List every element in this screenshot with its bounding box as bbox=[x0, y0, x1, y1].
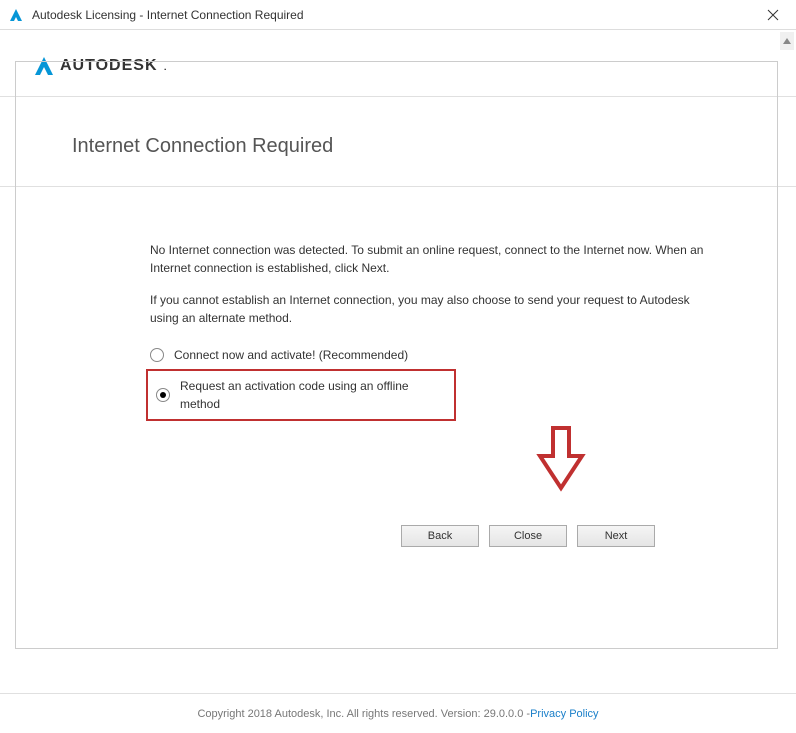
scrollbar[interactable] bbox=[780, 32, 794, 694]
radio-label-offline: Request an activation code using an offl… bbox=[180, 377, 446, 413]
paragraph-1: No Internet connection was detected. To … bbox=[150, 241, 716, 277]
autodesk-logo: AUTODESK. bbox=[34, 56, 796, 76]
annotation-arrow-icon bbox=[536, 426, 586, 497]
logo-area: AUTODESK. bbox=[0, 30, 796, 96]
page-heading: Internet Connection Required bbox=[72, 135, 796, 158]
radio-option-offline[interactable]: Request an activation code using an offl… bbox=[146, 369, 456, 421]
privacy-policy-link[interactable]: Privacy Policy bbox=[530, 708, 598, 720]
titlebar: Autodesk Licensing - Internet Connection… bbox=[0, 0, 796, 30]
heading-area: Internet Connection Required bbox=[0, 97, 796, 186]
body-content: No Internet connection was detected. To … bbox=[0, 187, 796, 547]
window-title: Autodesk Licensing - Internet Connection… bbox=[32, 8, 758, 22]
paragraph-2: If you cannot establish an Internet conn… bbox=[150, 291, 716, 327]
content-area: AUTODESK. Internet Connection Required N… bbox=[0, 30, 796, 692]
radio-selected-dot bbox=[160, 392, 166, 398]
radio-group: Connect now and activate! (Recommended) … bbox=[150, 341, 716, 421]
button-row: Back Close Next bbox=[340, 525, 716, 547]
radio-icon bbox=[150, 348, 164, 362]
app-icon bbox=[8, 7, 24, 23]
logo-text: AUTODESK bbox=[60, 57, 158, 75]
back-button[interactable]: Back bbox=[401, 525, 479, 547]
radio-label-connect: Connect now and activate! (Recommended) bbox=[174, 346, 408, 364]
radio-icon bbox=[156, 388, 170, 402]
scroll-up-arrow-icon[interactable] bbox=[780, 32, 794, 50]
autodesk-logo-icon bbox=[34, 56, 54, 76]
radio-option-connect-now[interactable]: Connect now and activate! (Recommended) bbox=[150, 341, 716, 369]
footer: Copyright 2018 Autodesk, Inc. All rights… bbox=[0, 693, 796, 733]
close-window-button[interactable] bbox=[758, 0, 788, 30]
next-button[interactable]: Next bbox=[577, 525, 655, 547]
close-button[interactable]: Close bbox=[489, 525, 567, 547]
footer-copyright: Copyright 2018 Autodesk, Inc. All rights… bbox=[197, 708, 530, 720]
logo-dot: . bbox=[164, 59, 167, 73]
